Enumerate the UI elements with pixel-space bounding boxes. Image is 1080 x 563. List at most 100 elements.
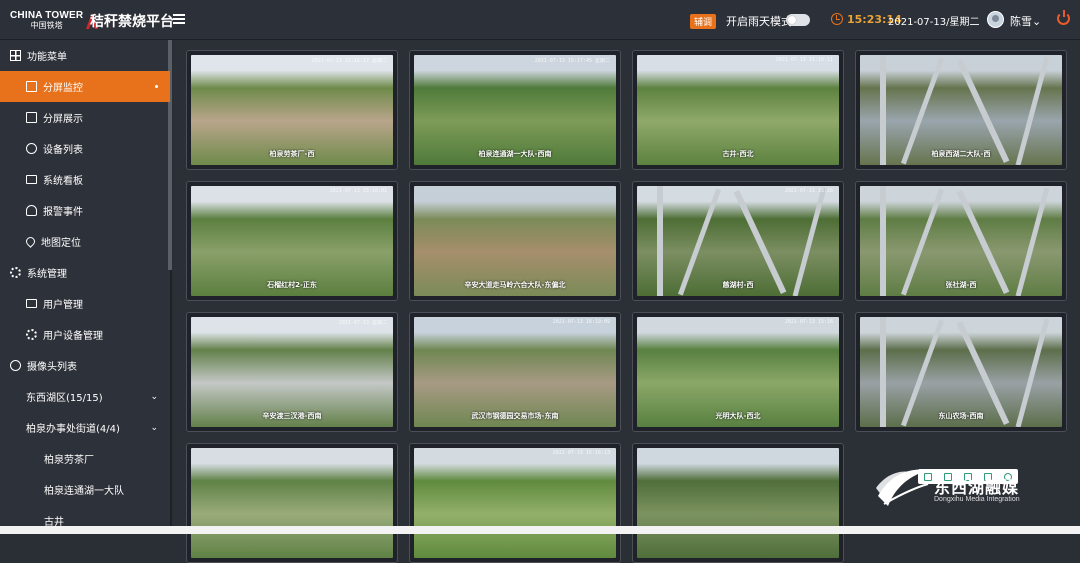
sidebar-item-4[interactable]: 系统看板: [0, 164, 170, 195]
hamburger-menu-icon[interactable]: [173, 14, 185, 24]
circle-icon: [26, 143, 37, 154]
camera-tile[interactable]: 张社湖-西: [855, 181, 1067, 301]
sidebar: 功能菜单分屏监控分屏展示 设备列表系统看板报警事件地图定位系统管理用户管理用户设备…: [0, 40, 172, 534]
camera-tile[interactable]: 2021-07-13 15:16:13: [409, 443, 621, 563]
camera-feed-image: 2021-07-13 星期二辛安渡三汊港-西南: [191, 317, 393, 427]
grid-icon: [10, 50, 21, 61]
camera-caption: 辛安渡三汊港-西南: [262, 412, 322, 420]
rain-mode-toggle[interactable]: [786, 14, 810, 26]
camera-feed-image: 2021-07-13 15:16 慈湖村-西: [637, 186, 839, 296]
sidebar-item-label: 报警事件: [43, 207, 83, 218]
sidebar-item-label: 功能菜单: [27, 52, 67, 63]
sidebar-item-label: 柏泉劳茶厂: [44, 455, 94, 466]
camera-tile[interactable]: [186, 443, 398, 563]
camera-tile[interactable]: 2021-07-13 15:16:01 石榴红村2-正东: [186, 181, 398, 301]
sidebar-item-10[interactable]: 摄像头列表: [0, 350, 170, 381]
camera-feed-image: 2021-07-13 15:16 光明大队-西北: [637, 317, 839, 427]
watermark-logo-icon: [876, 469, 929, 506]
sidebar-item-3[interactable]: 设备列表: [0, 133, 170, 164]
sidebar-item-label: 柏泉连通湖一大队: [44, 486, 124, 497]
camera-caption: 武汉市钢德园交易市场-东南: [471, 412, 559, 420]
camera-timestamp: 2021-07-13 15:16:01: [329, 188, 387, 194]
camera-feed-image: [191, 448, 393, 558]
chevron-down-icon[interactable]: ⌄: [150, 423, 158, 433]
watermark-text: 东西湖融媒: [934, 478, 1020, 497]
camera-tile[interactable]: 2021-07-13 15:17:45 星期二柏泉连通湖一大队-西南: [409, 50, 621, 170]
camera-feed-image: 张社湖-西: [860, 186, 1062, 296]
camera-caption: 光明大队-西北: [715, 412, 761, 420]
top-bar: CHINA TOWER 中国铁塔 秸秆禁烧平台 辅调 开启雨天模式 15:23:…: [0, 0, 1080, 40]
camera-feed-image: 柏泉西湖二大队-西: [860, 55, 1062, 165]
bars-icon: [26, 112, 37, 123]
sidebar-item-5[interactable]: 报警事件: [0, 195, 170, 226]
camera-tile[interactable]: 辛安大道走马岭六合大队-东偏北: [409, 181, 621, 301]
sidebar-item-label: 系统看板: [43, 176, 83, 187]
sidebar-item-label: 分屏监控: [43, 83, 83, 94]
camera-caption: 东山农场-西南: [938, 412, 984, 420]
camera-tile[interactable]: 2021-07-13 星期二辛安渡三汊港-西南: [186, 312, 398, 432]
sidebar-item-14[interactable]: 柏泉连通湖一大队: [0, 474, 170, 505]
mode-badge[interactable]: 辅调: [690, 14, 717, 29]
tower-steel: [956, 320, 1010, 426]
sidebar-item-13[interactable]: 柏泉劳茶厂: [0, 443, 170, 474]
camera-caption: 张社湖-西: [945, 281, 977, 289]
camera-timestamp: 2021-07-13 15:16: [784, 188, 833, 194]
active-dot-icon: [155, 85, 158, 88]
gear-icon: [10, 267, 21, 278]
sidebar-item-9[interactable]: 用户设备管理: [0, 319, 170, 350]
camera-tile[interactable]: 2021-07-13 15:16:17 星期二 柏泉劳茶厂-西: [186, 50, 398, 170]
camera-caption: 柏泉劳茶厂-西: [269, 150, 315, 158]
camera-caption: 慈湖村-西: [722, 281, 754, 289]
sidebar-item-6[interactable]: 地图定位: [0, 226, 170, 257]
sidebar-item-8[interactable]: 用户管理: [0, 288, 170, 319]
sidebar-item-11[interactable]: 东西湖区(15/15) ⌄: [0, 381, 170, 412]
camera-caption: 柏泉西湖二大队-西: [931, 150, 991, 158]
camera-tile[interactable]: 2021-07-13 16:19:09 武汉市钢德园交易市场-东南: [409, 312, 621, 432]
sidebar-item-2[interactable]: 分屏展示: [0, 102, 170, 133]
camera-timestamp: 2021-07-13 15:16:13: [552, 450, 610, 456]
camera-timestamp: 2021-07-13 15:17:45 星期二: [534, 58, 610, 64]
sidebar-item-label: 系统管理: [27, 269, 67, 280]
user-menu[interactable]: 陈雪⌄: [1010, 13, 1041, 29]
screen-icon: [26, 175, 37, 184]
camera-timestamp: 2021-07-13 15:16:11: [775, 57, 833, 63]
chevron-down-icon: ⌄: [1032, 15, 1042, 28]
camera-feed-image: 2021-07-13 15:17:45 星期二柏泉连通湖一大队-西南: [414, 55, 616, 165]
sidebar-item-label: 用户设备管理: [43, 331, 103, 342]
app-title: 秸秆禁烧平台: [90, 14, 174, 30]
camera-tile[interactable]: 2021-07-13 15:16:11 古井-西北: [632, 50, 844, 170]
sidebar-item-12[interactable]: 柏泉办事处街道(4/4) ⌄: [0, 412, 170, 443]
sidebar-item-label: 摄像头列表: [27, 362, 77, 373]
camera-tile[interactable]: [632, 443, 844, 563]
tower-steel: [956, 58, 1010, 164]
camera-tile[interactable]: 2021-07-13 15:16 光明大队-西北: [632, 312, 844, 432]
sidebar-item-7[interactable]: 系统管理: [0, 257, 170, 288]
camera-tile[interactable]: 东山农场-西南: [855, 312, 1067, 432]
sidebar-item-label: 柏泉办事处街道(4/4): [26, 424, 120, 435]
logo-text-cn: 中国铁塔: [30, 21, 63, 30]
china-tower-logo: CHINA TOWER 中国铁塔: [10, 11, 99, 31]
bars-icon: [26, 81, 37, 92]
avatar[interactable]: [987, 11, 1004, 28]
camera-grid: 2021-07-13 15:16:17 星期二 柏泉劳茶厂-西 2021-07-13…: [174, 40, 1080, 563]
camera-caption: 石榴红村2-正东: [267, 281, 317, 289]
camera-tile[interactable]: 柏泉西湖二大队-西: [855, 50, 1067, 170]
sidebar-item-0[interactable]: 功能菜单: [0, 40, 170, 71]
camera-timestamp: 2021-07-13 15:16: [784, 319, 833, 325]
watermark: 东西湖融媒 Dongxihu Media Integration: [874, 466, 1034, 512]
logo-text-en: CHINA TOWER: [10, 10, 84, 21]
camera-timestamp: 2021-07-13 星期二: [338, 320, 387, 326]
alarm-icon: [26, 205, 37, 216]
user-card-icon: [26, 299, 37, 308]
camera-tile[interactable]: 2021-07-13 15:16 慈湖村-西: [632, 181, 844, 301]
chevron-down-icon[interactable]: ⌄: [150, 392, 158, 402]
tower-steel: [956, 189, 1010, 295]
power-icon[interactable]: [1057, 10, 1070, 25]
camera-feed-image: 2021-07-13 15:16:13: [414, 448, 616, 558]
camera-timestamp: 2021-07-13 16:19:09: [552, 319, 610, 325]
camera-feed-image: 2021-07-13 15:16:17 星期二 柏泉劳茶厂-西: [191, 55, 393, 165]
rain-mode-label: 开启雨天模式: [726, 15, 792, 28]
camera-caption: 柏泉连通湖一大队-西南: [478, 150, 552, 158]
camera-feed-image: 东山农场-西南: [860, 317, 1062, 427]
sidebar-item-1[interactable]: 分屏监控: [0, 71, 170, 102]
